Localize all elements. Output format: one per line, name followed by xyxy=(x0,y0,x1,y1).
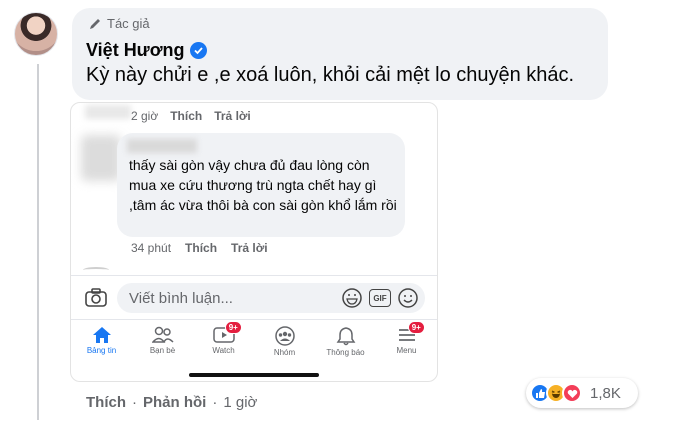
partial-avatar xyxy=(83,267,109,273)
bottom-meta-time: 34 phút xyxy=(131,241,172,255)
separator-dot: · xyxy=(212,394,218,411)
reactions-summary[interactable]: 1,8K xyxy=(526,378,638,408)
screenshot-bottom-meta: 34 phút Thích Trả lời xyxy=(131,241,268,255)
mobile-tab-bar: Bảng tin Bạn bè 9+ Watch Nhóm Thông báo … xyxy=(71,319,437,367)
author-name-text[interactable]: Việt Hương xyxy=(86,40,185,61)
groups-icon xyxy=(274,326,295,346)
separator-dot: · xyxy=(132,394,137,411)
top-meta-like: Thích xyxy=(170,109,203,123)
comment-input: Viết bình luận... GIF xyxy=(117,283,425,313)
comment-actions: Thích · Phản hồi · 1 giờ xyxy=(86,394,257,411)
home-indicator xyxy=(189,373,319,377)
bottom-meta-reply: Trả lời xyxy=(231,241,268,255)
home-icon xyxy=(92,327,111,343)
thread-line xyxy=(37,64,39,420)
comment-composer: Viết bình luận... GIF xyxy=(71,275,437,319)
composer-icons: GIF xyxy=(341,287,419,309)
screenshot-top-meta: 2 giờ Thích Trả lời xyxy=(131,109,251,123)
quoted-comment-text: thấy sài gòn vậy chưa đủ đau lòng còn mu… xyxy=(129,157,397,213)
reply-link[interactable]: Phản hồi xyxy=(143,394,206,411)
reactions-count: 1,8K xyxy=(590,384,621,402)
tab-watch: 9+ Watch xyxy=(193,320,254,367)
tab-menu: 9+ Menu xyxy=(376,320,437,367)
tab-label: Menu xyxy=(396,346,417,355)
tab-label: Bảng tin xyxy=(86,346,117,355)
comment-text: Kỳ này chửi e ,e xoá luôn, khỏi cải mệt … xyxy=(86,64,575,86)
camera-icon xyxy=(85,288,107,307)
menu-badge: 9+ xyxy=(407,321,425,334)
tab-label: Thông báo xyxy=(326,348,365,357)
tab-label: Bạn bè xyxy=(149,346,176,355)
comment-placeholder: Viết bình luận... xyxy=(129,290,233,307)
tab-news-feed: Bảng tin xyxy=(71,320,132,367)
top-meta-time: 2 giờ xyxy=(131,109,159,123)
tab-notifications: Thông báo xyxy=(315,320,376,367)
avatar[interactable] xyxy=(14,12,58,56)
sticker-icon xyxy=(342,288,362,308)
gif-icon: GIF xyxy=(369,289,391,307)
verified-icon xyxy=(189,42,207,59)
blurred-avatar xyxy=(81,135,121,181)
tab-label: Nhóm xyxy=(273,348,296,357)
tab-groups: Nhóm xyxy=(254,320,315,367)
bell-icon xyxy=(336,327,355,346)
blurred-commenter xyxy=(127,139,197,153)
emoji-icon xyxy=(398,288,418,308)
blurred-name xyxy=(85,105,131,119)
love-reaction-icon xyxy=(562,383,582,403)
author-name[interactable]: Việt Hương xyxy=(86,40,207,61)
author-badge-label: Tác giả xyxy=(107,16,150,31)
pen-icon xyxy=(90,18,100,29)
embedded-screenshot: 2 giờ Thích Trả lời thấy sài gòn vậy chư… xyxy=(70,102,438,382)
friends-icon xyxy=(151,326,174,343)
like-link[interactable]: Thích xyxy=(86,394,126,411)
bottom-meta-like: Thích xyxy=(185,241,218,255)
comment-time[interactable]: 1 giờ xyxy=(223,394,257,411)
author-badge: Tác giả xyxy=(88,16,150,31)
tab-friends: Bạn bè xyxy=(132,320,193,367)
tab-label: Watch xyxy=(212,346,235,355)
watch-badge: 9+ xyxy=(224,321,242,334)
top-meta-reply: Trả lời xyxy=(214,109,251,123)
